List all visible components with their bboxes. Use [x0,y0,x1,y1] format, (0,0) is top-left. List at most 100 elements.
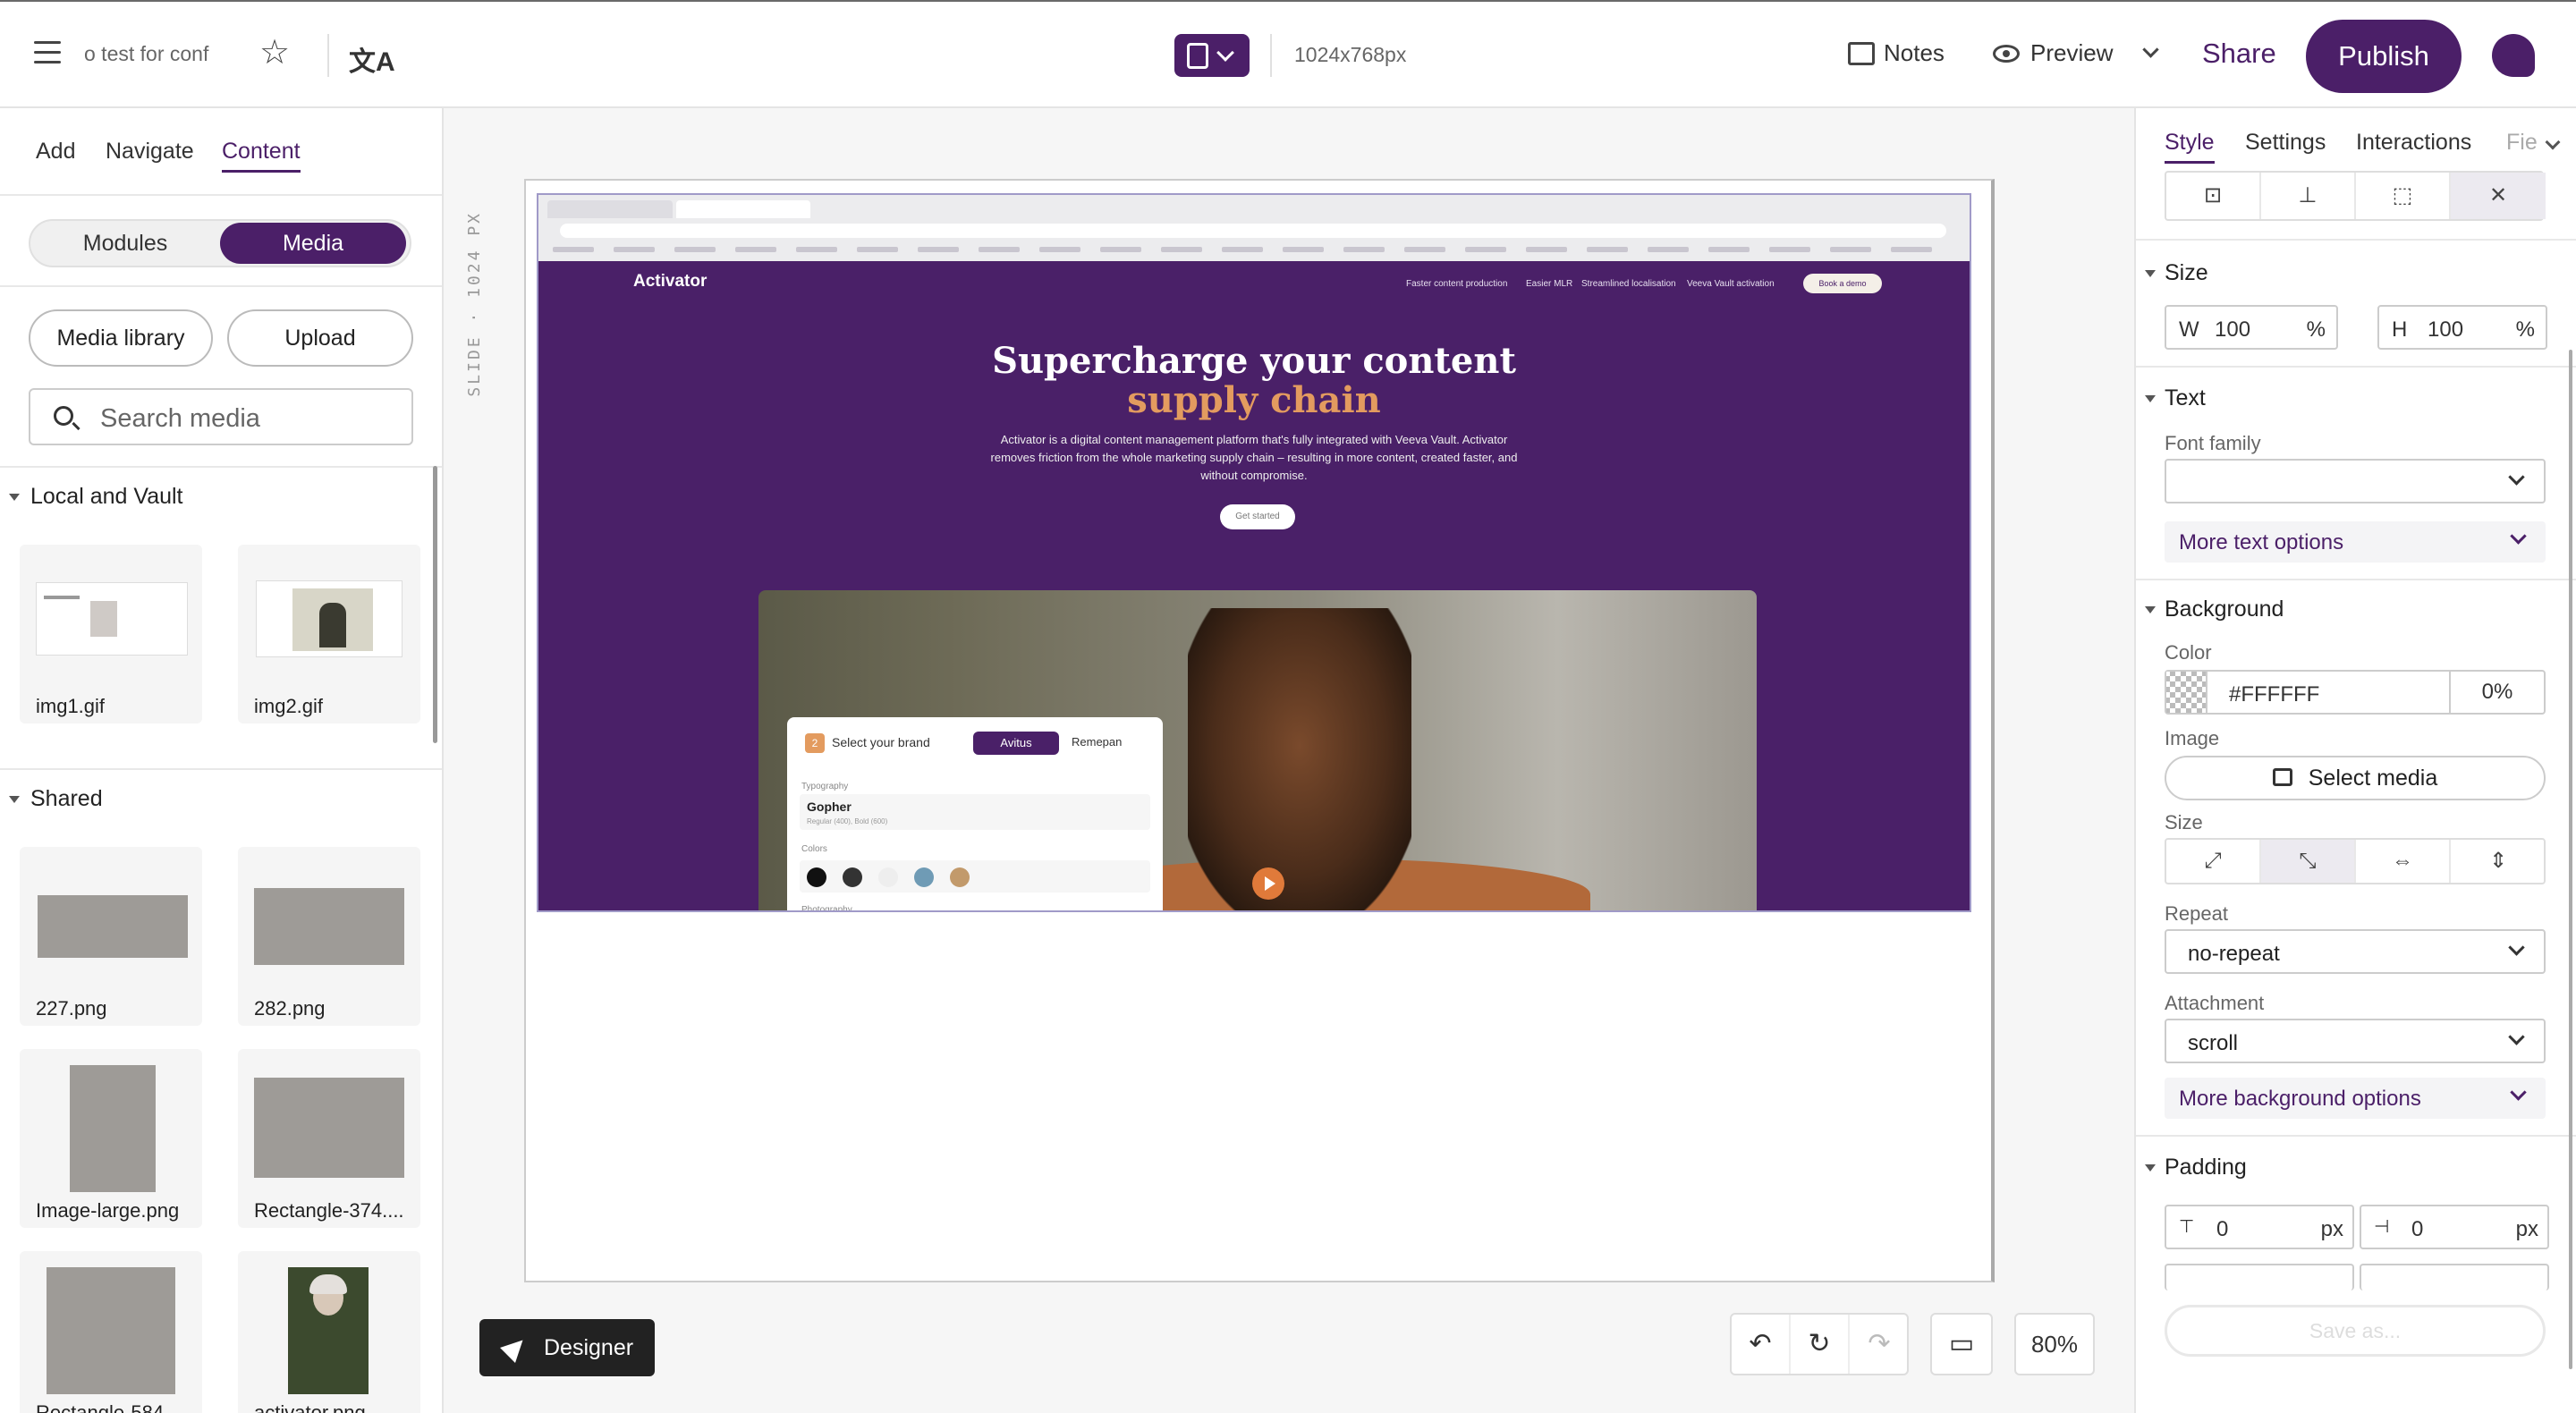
eye-icon [1993,44,2020,63]
redo-icon[interactable]: ↷ [1850,1315,1909,1374]
background-color-field[interactable]: #FFFFFF 0% [2165,670,2546,715]
tab-add[interactable]: Add [36,139,75,165]
scrollbar[interactable] [433,466,437,743]
section-title: Text [2165,385,2206,410]
size-fit-height-icon[interactable]: ⇕ [2451,840,2546,883]
caret-down-icon [9,795,20,803]
share-button[interactable]: Share [2202,38,2276,70]
translate-icon[interactable]: 文A [349,39,395,79]
height-label: H [2392,317,2408,342]
font-family-label: Font family [2165,432,2261,454]
select-media-button[interactable]: Select media [2165,756,2546,800]
color-swatch [807,867,826,887]
device-selector-button[interactable] [1174,34,1250,77]
media-card[interactable]: Rectangle-374.... [238,1049,420,1228]
padding-unit: px [2515,1217,2538,1241]
media-name: 282.png [254,997,326,1020]
address-bar [560,224,1946,238]
padding-right-field[interactable]: ⊣ 0 px [2360,1205,2549,1249]
width-field[interactable]: W 100 % [2165,305,2338,350]
undo-icon[interactable]: ↶ [1732,1315,1791,1374]
media-card[interactable]: 227.png [20,847,202,1026]
bg-size-options: ⤢ ⤡ ⇔ ⇕ [2165,838,2546,884]
hamburger-menu-icon[interactable] [34,41,61,66]
chevron-down-icon[interactable] [2545,134,2561,150]
font-family-select[interactable] [2165,459,2546,503]
website-screenshot-image[interactable]: Activator Faster content production Easi… [537,193,1971,912]
segment-media[interactable]: Media [220,223,406,264]
reset-icon[interactable]: ↻ [1791,1315,1850,1374]
thumbnail [288,1267,369,1394]
browser-tab [547,200,673,218]
fit-icon[interactable]: ⊡ [2166,173,2261,219]
padding-left-field[interactable] [2360,1264,2549,1290]
search-media-input[interactable]: Search media [29,388,413,445]
height-unit: % [2515,317,2535,342]
caret-down-icon [2145,394,2156,402]
media-card[interactable]: Rectangle-584 [20,1251,202,1413]
padding-top-field[interactable]: ⊤ 0 px [2165,1205,2354,1249]
media-card[interactable]: activator.png [238,1251,420,1413]
media-card[interactable]: Image-large.png [20,1049,202,1228]
star-icon[interactable]: ☆ [259,36,290,70]
tab-content[interactable]: Content [222,139,301,173]
size-cover-icon[interactable]: ⤡ [2261,840,2356,883]
thumbnail [256,580,402,657]
padding-bottom-field[interactable] [2165,1264,2354,1290]
media-name: 227.png [36,997,107,1020]
designer-label: Designer [544,1335,634,1360]
scrollbar[interactable] [2569,350,2572,1369]
divider [2136,579,2576,580]
chevron-down-icon[interactable] [2142,41,2160,58]
section-title: Size [2165,260,2208,285]
caret-down-icon [9,493,20,501]
user-avatar[interactable] [2492,34,2535,77]
divider [327,34,329,77]
more-text-options-button[interactable]: More text options [2165,521,2546,563]
notes-button[interactable]: Notes [1848,39,1945,67]
search-icon [54,406,73,426]
opacity-value[interactable]: 0% [2449,672,2544,713]
segment-modules[interactable]: Modules [34,223,216,264]
align-bottom-icon[interactable]: ⊥ [2261,173,2356,219]
close-icon[interactable]: ✕ [2451,173,2546,219]
colors-label: Colors [801,844,827,854]
section-title: Local and Vault [30,484,183,509]
tab-navigate[interactable]: Navigate [106,139,194,165]
designer-button[interactable]: Designer [479,1319,655,1376]
preview-button[interactable]: Preview [1993,39,2160,67]
resize-icon[interactable]: ⬚ [2356,173,2451,219]
project-title[interactable]: o test for conf [84,42,208,66]
section-text[interactable]: Text [2145,385,2206,411]
padding-top-value: 0 [2216,1217,2229,1241]
section-padding[interactable]: Padding [2145,1155,2247,1180]
tab-interactions[interactable]: Interactions [2356,130,2471,156]
save-as-button[interactable]: Save as... [2165,1305,2546,1357]
repeat-label: Repeat [2165,902,2228,925]
media-card[interactable]: img2.gif [238,545,420,723]
section-background[interactable]: Background [2145,597,2284,622]
tab-style[interactable]: Style [2165,130,2215,164]
section-shared[interactable]: Shared [9,786,103,812]
upload-button[interactable]: Upload [227,309,413,367]
chevron-down-icon [2508,1028,2525,1045]
attachment-select[interactable]: scroll [2165,1019,2546,1063]
tab-settings[interactable]: Settings [2245,130,2326,156]
section-local-and-vault[interactable]: Local and Vault [9,484,183,510]
media-card[interactable]: img1.gif [20,545,202,723]
briefcase-icon[interactable]: ▭ [1932,1315,1991,1374]
publish-button[interactable]: Publish [2306,20,2462,93]
divider [0,466,442,468]
zoom-level[interactable]: 80% [2014,1313,2095,1375]
color-swatch[interactable] [2166,672,2207,713]
repeat-select[interactable]: no-repeat [2165,929,2546,974]
size-auto-icon[interactable]: ⤢ [2166,840,2261,883]
media-card[interactable]: 282.png [238,847,420,1026]
size-fit-width-icon[interactable]: ⇔ [2356,840,2451,883]
media-library-button[interactable]: Media library [29,309,213,367]
section-size[interactable]: Size [2145,260,2208,286]
height-field[interactable]: H 100 % [2377,305,2547,350]
media-name: img1.gif [36,695,106,717]
more-background-options-button[interactable]: More background options [2165,1078,2546,1119]
tab-fields[interactable]: Fie [2506,130,2538,156]
